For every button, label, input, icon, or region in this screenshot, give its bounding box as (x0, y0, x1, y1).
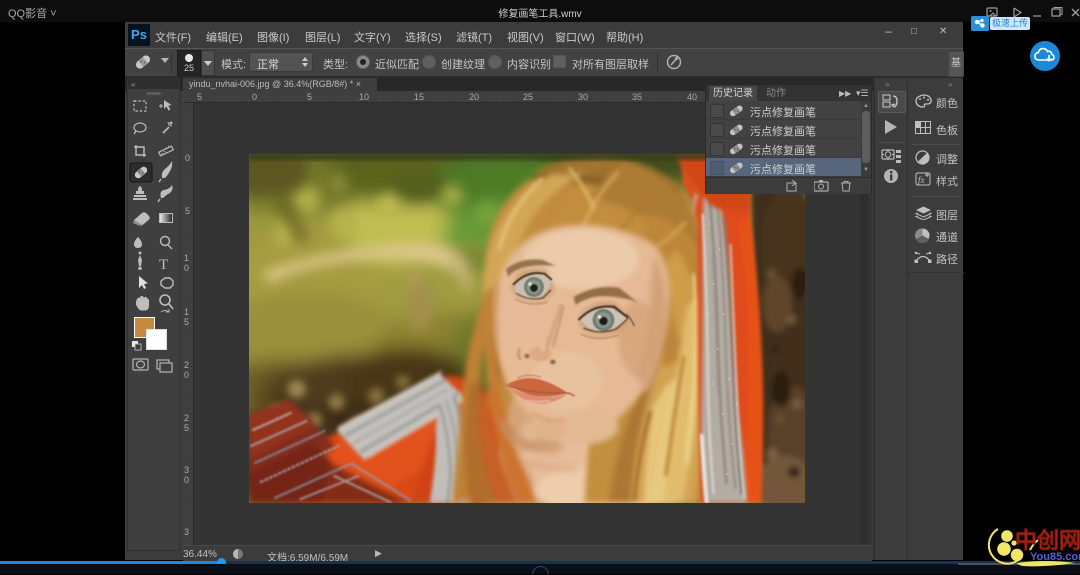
svg-text:中创网: 中创网 (1015, 528, 1080, 553)
svg-text:You85.com: You85.com (1030, 551, 1080, 563)
svg-text:«: « (131, 80, 136, 89)
svg-text:fx: fx (918, 175, 925, 185)
svg-text:T: T (159, 257, 168, 273)
